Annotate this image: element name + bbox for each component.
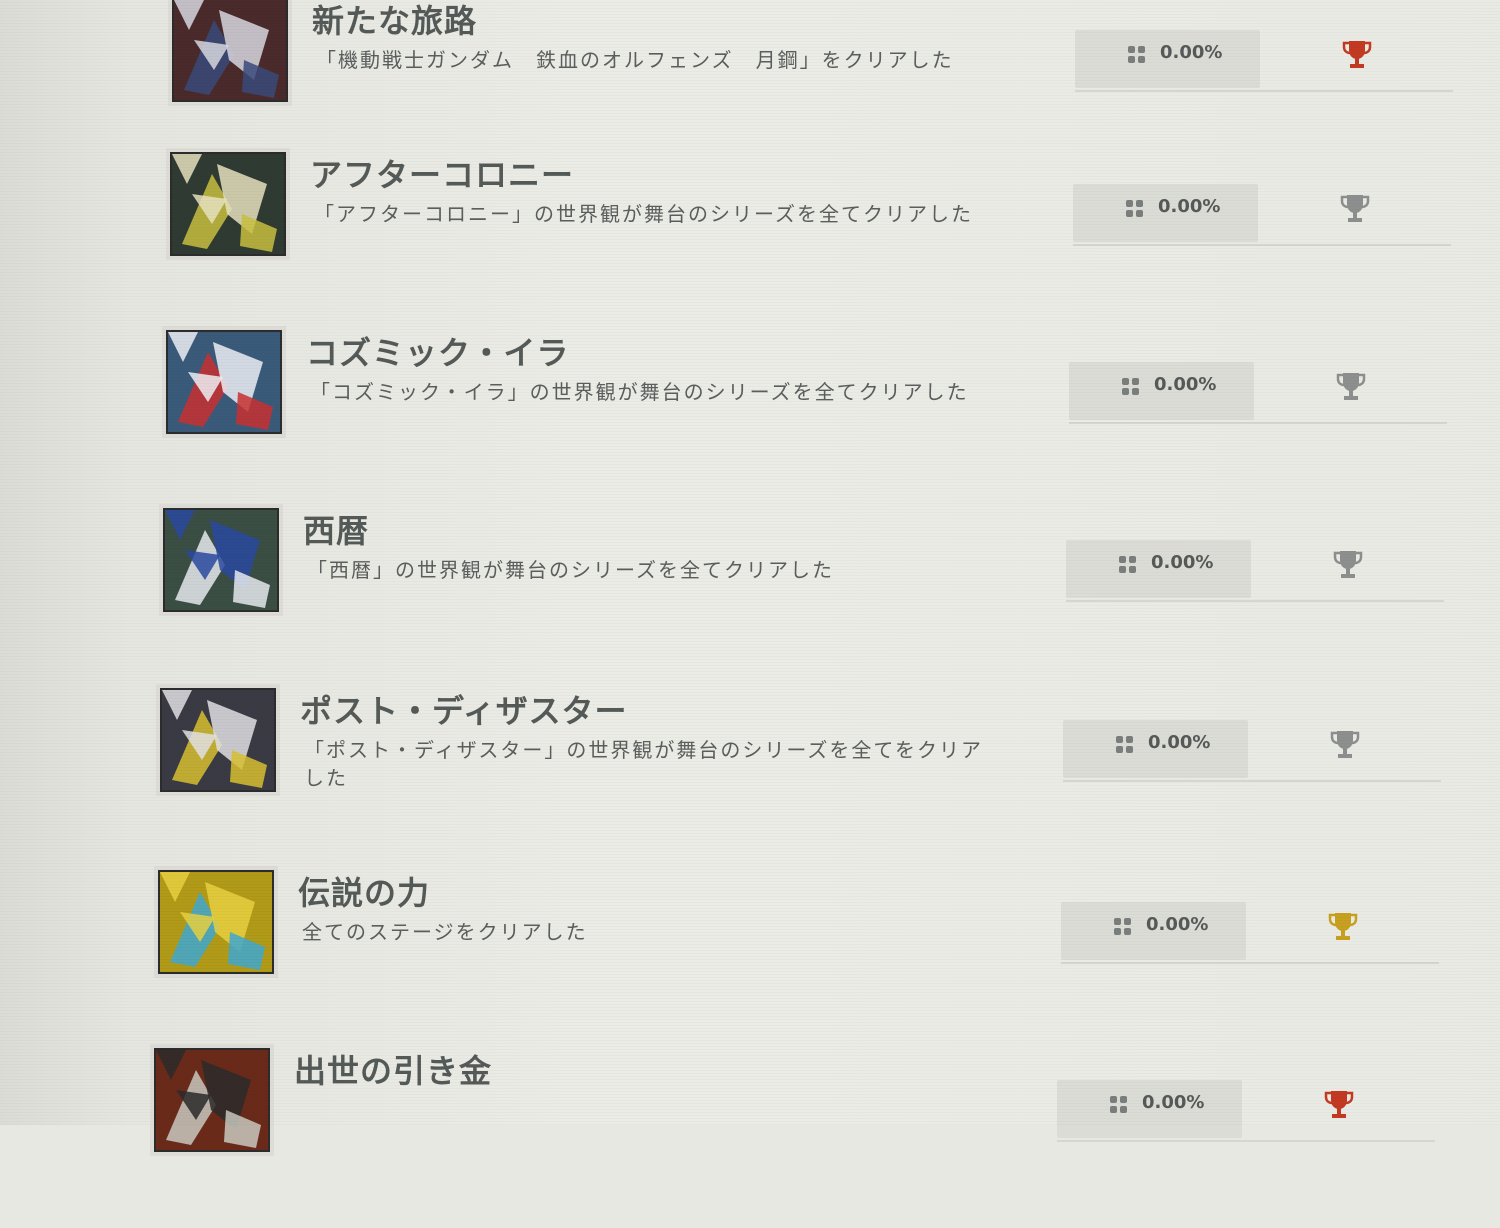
- rarity-percentage: 0.00%: [1158, 196, 1221, 217]
- achievement-title: コズミック・イラ: [306, 334, 570, 372]
- row-divider: [1069, 422, 1447, 424]
- row-divider: [1073, 244, 1451, 246]
- achievement-title: アフターコロニー: [310, 156, 575, 194]
- bronze-trophy-icon: [1324, 1088, 1354, 1120]
- achievement-title: 新たな旅路: [312, 2, 478, 40]
- rarity-percentage: 0.00%: [1154, 374, 1217, 395]
- rarity-icon: [1119, 556, 1137, 574]
- achievement-description: 「ポスト・ディザスター」の世界観が舞台のシリーズを全てをクリアした: [304, 738, 983, 790]
- silver-trophy-icon: [1340, 192, 1370, 224]
- achievement-thumbnail: [160, 688, 276, 792]
- rarity-icon: [1110, 1096, 1128, 1114]
- achievement-thumbnail: [172, 0, 288, 102]
- achievement-row[interactable]: ポスト・ディザスター「ポスト・ディザスター」の世界観が舞台のシリーズを全てをクリ…: [0, 688, 1488, 868]
- gold-trophy-icon: [1328, 910, 1358, 942]
- rarity-icon: [1116, 736, 1134, 754]
- row-divider: [1066, 600, 1444, 602]
- rarity-icon: [1122, 378, 1140, 396]
- achievement-description: 全てのステージをクリアした: [302, 920, 588, 944]
- rarity-percentage: 0.00%: [1151, 552, 1214, 573]
- achievement-title: 出世の引き金: [294, 1052, 493, 1090]
- rarity-icon: [1128, 46, 1146, 64]
- silver-trophy-icon: [1333, 548, 1363, 580]
- silver-trophy-icon: [1336, 370, 1366, 402]
- achievement-thumbnail: [163, 508, 279, 612]
- achievement-row[interactable]: アフターコロニー「アフターコロニー」の世界観が舞台のシリーズを全てクリアした 0.…: [0, 152, 1498, 332]
- silver-trophy-icon: [1330, 728, 1360, 760]
- row-divider: [1057, 1140, 1435, 1142]
- rarity-percentage: 0.00%: [1160, 42, 1223, 63]
- rarity-percentage: 0.00%: [1146, 914, 1209, 935]
- rarity-icon: [1114, 918, 1132, 936]
- achievement-row[interactable]: 出世の引き金 0.00%: [0, 1048, 1482, 1228]
- row-divider: [1063, 780, 1441, 782]
- achievement-title: ポスト・ディザスター: [300, 692, 628, 730]
- achievement-thumbnail: [154, 1048, 270, 1152]
- row-divider: [1061, 962, 1439, 964]
- achievement-row[interactable]: 西暦「西暦」の世界観が舞台のシリーズを全てクリアした 0.00%: [0, 508, 1491, 688]
- achievement-thumbnail: [170, 152, 286, 256]
- achievement-title: 伝説の力: [298, 874, 431, 912]
- rarity-percentage: 0.00%: [1148, 732, 1211, 753]
- achievement-description: 「西暦」の世界観が舞台のシリーズを全てクリアした: [307, 558, 834, 582]
- achievement-row[interactable]: コズミック・イラ「コズミック・イラ」の世界観が舞台のシリーズを全てクリアした 0.…: [0, 330, 1494, 510]
- achievement-title: 西暦: [303, 512, 370, 550]
- achievement-row[interactable]: 伝説の力全てのステージをクリアした 0.00%: [0, 870, 1486, 1050]
- bronze-trophy-icon: [1342, 38, 1372, 70]
- achievement-list-page: 新たな旅路 「機動戦士ガンダム 鉄血のオルフェンズ 月鋼」をクリアした 0.00% ア…: [0, 0, 1500, 1152]
- rarity-percentage: 0.00%: [1142, 1092, 1205, 1113]
- achievement-thumbnail: [158, 870, 274, 974]
- achievement-thumbnail: [166, 330, 282, 434]
- achievement-description: 「機動戦士ガンダム 鉄血のオルフェンズ 月鋼」をクリアした: [316, 48, 954, 72]
- rarity-icon: [1126, 200, 1144, 218]
- achievement-description: 「コズミック・イラ」の世界観が舞台のシリーズを全てクリアした: [310, 380, 969, 404]
- achievement-description: 「アフターコロニー」の世界観が舞台のシリーズを全てクリアした: [314, 202, 973, 226]
- row-divider: [1075, 90, 1453, 92]
